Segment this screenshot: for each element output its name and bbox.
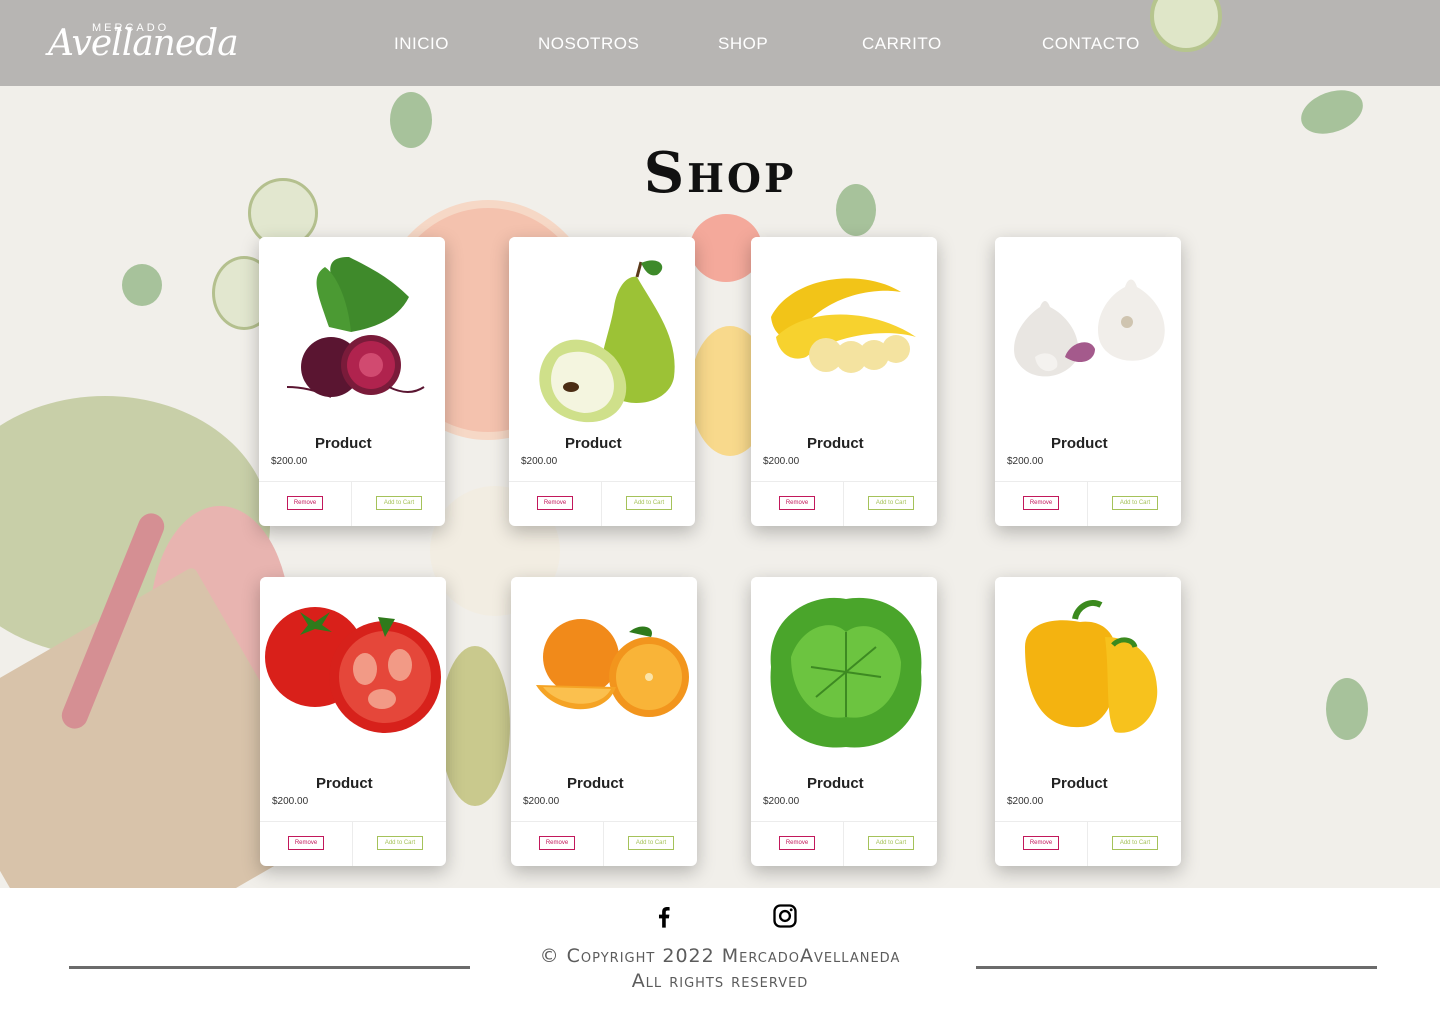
yellow-pepper-image (995, 577, 1181, 765)
product-price: $200.00 (521, 456, 558, 467)
product-card[interactable]: Product $200.00 Remove Add to Cart (751, 577, 937, 866)
add-to-cart-button[interactable]: Add to Cart (868, 836, 914, 850)
banana-image (751, 237, 937, 425)
add-to-cart-button[interactable]: Add to Cart (376, 496, 422, 510)
product-price: $200.00 (271, 456, 308, 467)
orange-image (511, 577, 697, 765)
product-name: Product (1051, 775, 1108, 792)
nav-contacto[interactable]: CONTACTO (1042, 34, 1140, 54)
garlic-image (995, 237, 1181, 425)
add-to-cart-button[interactable]: Add to Cart (628, 836, 674, 850)
product-card[interactable]: Product $200.00 Remove Add to Cart (260, 577, 446, 866)
add-to-cart-button[interactable]: Add to Cart (377, 836, 423, 850)
product-price: $200.00 (1007, 456, 1044, 467)
card-divider (511, 821, 697, 822)
leaf-image (1326, 678, 1368, 740)
remove-button[interactable]: Remove (288, 836, 324, 850)
product-name: Product (807, 775, 864, 792)
add-to-cart-button[interactable]: Add to Cart (1112, 836, 1158, 850)
product-price: $200.00 (763, 796, 800, 807)
product-name: Product (807, 435, 864, 452)
facebook-icon[interactable] (650, 902, 678, 930)
card-divider (751, 481, 937, 482)
product-name: Product (567, 775, 624, 792)
remove-button[interactable]: Remove (537, 496, 573, 510)
card-divider (995, 821, 1181, 822)
leaf-image (122, 264, 162, 306)
nav-nosotros[interactable]: NOSOTROS (538, 34, 639, 54)
brand-logo[interactable]: MERCADO Avellaneda (48, 22, 268, 66)
product-card[interactable]: Product $200.00 Remove Add to Cart (995, 577, 1181, 866)
site-footer: © Copyright 2022 MercadoAvellaneda All r… (0, 888, 1440, 1024)
product-name: Product (316, 775, 373, 792)
card-divider (843, 821, 844, 866)
product-card[interactable]: Product $200.00 Remove Add to Cart (509, 237, 695, 526)
product-card[interactable]: Product $200.00 Remove Add to Cart (995, 237, 1181, 526)
card-divider (843, 481, 844, 526)
product-price: $200.00 (272, 796, 309, 807)
pear-image (509, 237, 695, 425)
nav-shop[interactable]: SHOP (718, 34, 768, 54)
remove-button[interactable]: Remove (1023, 496, 1059, 510)
card-divider (603, 821, 604, 866)
add-to-cart-button[interactable]: Add to Cart (1112, 496, 1158, 510)
product-card[interactable]: Product $200.00 Remove Add to Cart (751, 237, 937, 526)
remove-button[interactable]: Remove (287, 496, 323, 510)
site-header: MERCADO Avellaneda INICIO NOSOTROS SHOP … (0, 0, 1440, 86)
cucumber-slice-image (1150, 0, 1222, 52)
remove-button[interactable]: Remove (779, 836, 815, 850)
nav-carrito[interactable]: CARRITO (862, 34, 942, 54)
card-divider (352, 821, 353, 866)
product-card[interactable]: Product $200.00 Remove Add to Cart (511, 577, 697, 866)
card-divider (509, 481, 695, 482)
product-price: $200.00 (763, 456, 800, 467)
remove-button[interactable]: Remove (539, 836, 575, 850)
kiwi-image (440, 646, 510, 806)
card-divider (995, 481, 1181, 482)
card-divider (1087, 481, 1088, 526)
card-divider (601, 481, 602, 526)
card-divider (260, 821, 446, 822)
product-name: Product (1051, 435, 1108, 452)
rights-line: All rights reserved (631, 970, 809, 992)
instagram-icon[interactable] (771, 902, 799, 930)
product-name: Product (315, 435, 372, 452)
card-divider (259, 481, 445, 482)
tomato-image (260, 577, 446, 765)
add-to-cart-button[interactable]: Add to Cart (868, 496, 914, 510)
brand-logo-main: Avellaneda (48, 23, 239, 64)
leaf-image (1295, 86, 1369, 142)
page-title: Shop (643, 140, 797, 206)
nav-inicio[interactable]: INICIO (394, 34, 449, 54)
product-name: Product (565, 435, 622, 452)
remove-button[interactable]: Remove (779, 496, 815, 510)
product-price: $200.00 (1007, 796, 1044, 807)
product-card[interactable]: Product $200.00 Remove Add to Cart (259, 237, 445, 526)
add-to-cart-button[interactable]: Add to Cart (626, 496, 672, 510)
copyright-line: © Copyright 2022 MercadoAvellaneda (539, 945, 901, 967)
product-price: $200.00 (523, 796, 560, 807)
card-divider (351, 481, 352, 526)
card-divider (751, 821, 937, 822)
lettuce-image (751, 577, 937, 765)
hero-background: Shop (0, 86, 1440, 888)
card-divider (1087, 821, 1088, 866)
remove-button[interactable]: Remove (1023, 836, 1059, 850)
beetroot-image (259, 237, 445, 425)
copyright-text: © Copyright 2022 MercadoAvellaneda All r… (0, 944, 1440, 994)
